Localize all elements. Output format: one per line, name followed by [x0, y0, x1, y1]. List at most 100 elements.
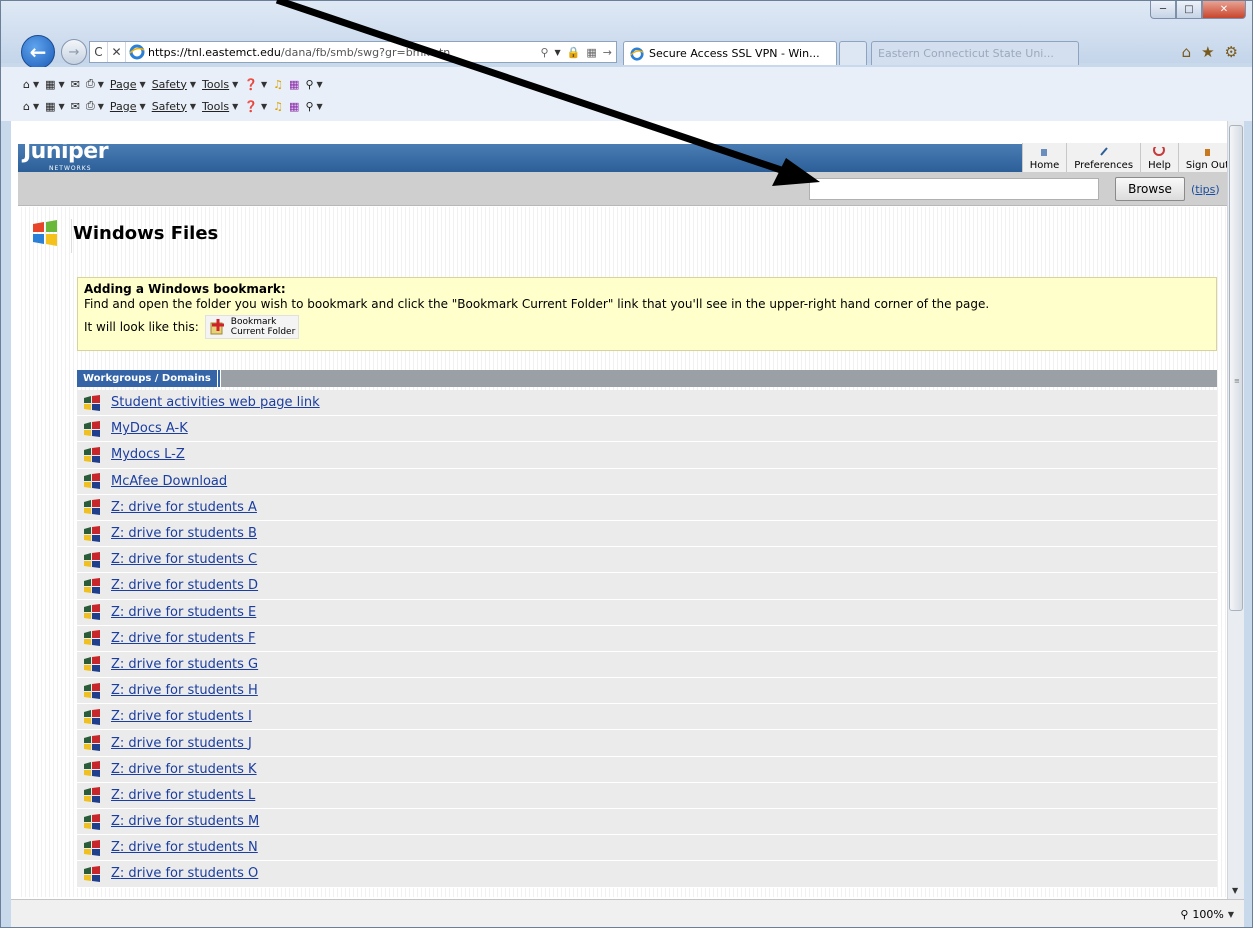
list-item-link[interactable]: McAfee Download [111, 474, 227, 489]
help-circle-icon: ❓ [244, 99, 258, 113]
maximize-icon[interactable]: □ [1176, 1, 1202, 19]
list-item[interactable]: MyDocs A-K [77, 416, 1217, 443]
feeds-cmd-button[interactable]: ▦ ▼ [45, 78, 65, 91]
list-item-link[interactable]: Z: drive for students L [111, 788, 255, 803]
tools-menu[interactable]: Tools ▼ [202, 100, 238, 113]
list-item-link[interactable]: Z: drive for students A [111, 500, 257, 515]
list-item-link[interactable]: Z: drive for students K [111, 762, 257, 777]
list-item[interactable]: McAfee Download [77, 468, 1217, 495]
list-item-link[interactable]: MyDocs A-K [111, 421, 188, 436]
juniper-logo: Juniper [23, 139, 109, 164]
forward-button[interactable]: → [61, 39, 87, 65]
list-item-link[interactable]: Z: drive for students N [111, 840, 258, 855]
list-item-link[interactable]: Mydocs L-Z [111, 447, 185, 462]
tab-background[interactable]: Eastern Connecticut State Uni... [871, 41, 1079, 65]
zoom-cmd-button[interactable]: ⚲ ▼ [305, 100, 322, 113]
list-item-link[interactable]: Z: drive for students D [111, 578, 258, 593]
browse-path-input[interactable] [809, 178, 1099, 200]
page-menu[interactable]: Page ▼ [110, 78, 146, 91]
list-item-link[interactable]: Z: drive for students E [111, 605, 256, 620]
list-item[interactable]: Z: drive for students G [77, 651, 1217, 679]
safety-menu[interactable]: Safety ▼ [152, 100, 196, 113]
go-arrow-icon[interactable]: → [603, 46, 612, 59]
list-item-link[interactable]: Z: drive for students C [111, 552, 257, 567]
home-cmd-button[interactable]: ⌂ ▼ [23, 78, 39, 91]
list-item[interactable]: Z: drive for students L [77, 782, 1217, 809]
list-item[interactable]: Z: drive for students M [77, 809, 1217, 836]
addon-cmd-button[interactable]: ♫ [273, 78, 283, 91]
tips-link[interactable]: tips [1195, 183, 1215, 196]
list-item[interactable]: Z: drive for students A [77, 494, 1217, 521]
list-item-link[interactable]: Student activities web page link [111, 395, 320, 410]
refresh-icon[interactable]: C [90, 42, 108, 62]
mail-cmd-button[interactable]: ✉ [71, 100, 80, 113]
compat-view-icon[interactable]: ▦ [586, 46, 596, 59]
vertical-scrollbar[interactable]: ≡ ▼ [1227, 121, 1244, 899]
close-icon[interactable]: ✕ [1202, 1, 1246, 19]
nav-preferences[interactable]: Preferences [1066, 143, 1141, 173]
network-share-icon [84, 839, 100, 856]
list-item[interactable]: Mydocs L-Z [77, 442, 1217, 469]
lock-icon[interactable]: 🔒 [567, 46, 581, 59]
page-menu[interactable]: Page ▼ [110, 100, 146, 113]
url-text[interactable]: https://tnl.eastemct.edu/dana/fb/smb/swg… [148, 46, 536, 59]
search-icon[interactable]: ⚲ [540, 46, 548, 59]
list-item[interactable]: Z: drive for students I [77, 704, 1217, 731]
home-cmd-button[interactable]: ⌂ ▼ [23, 100, 39, 113]
help-cmd-button[interactable]: ❓ ▼ [244, 78, 267, 91]
list-item[interactable]: Z: drive for students K [77, 756, 1217, 783]
safety-menu-label: Safety [151, 77, 187, 91]
tab-new[interactable] [839, 41, 867, 65]
tools-menu[interactable]: Tools ▼ [202, 78, 238, 91]
minimize-icon[interactable]: ─ [1150, 1, 1176, 19]
list-item-link[interactable]: Z: drive for students G [111, 657, 258, 672]
nav-home[interactable]: Home [1021, 143, 1067, 173]
browse-button[interactable]: Browse [1115, 177, 1185, 201]
list-item-link[interactable]: Z: drive for students F [111, 631, 256, 646]
list-item-link[interactable]: Z: drive for students O [111, 866, 258, 881]
onenote-cmd-button[interactable]: ▦ [289, 78, 299, 91]
back-button[interactable]: ← [21, 35, 55, 69]
list-item[interactable]: Z: drive for students J [77, 730, 1217, 757]
print-cmd-button[interactable]: ⎙ ▼ [86, 99, 104, 113]
scroll-down-arrow-icon[interactable]: ▼ [1232, 886, 1238, 895]
feeds-cmd-button[interactable]: ▦ ▼ [45, 100, 65, 113]
zoom-control[interactable]: ⚲ 100% ▼ [1180, 908, 1234, 921]
list-item-link[interactable]: Z: drive for students H [111, 683, 258, 698]
tab-active[interactable]: Secure Access SSL VPN - Win... [623, 41, 837, 65]
scroll-thumb[interactable]: ≡ [1229, 125, 1243, 611]
chevron-down-icon: ▼ [232, 101, 239, 111]
list-item[interactable]: Z: drive for students B [77, 520, 1217, 548]
network-share-icon [84, 787, 100, 804]
stop-icon[interactable]: ✕ [108, 42, 126, 62]
help-cmd-button[interactable]: ❓ ▼ [244, 100, 267, 113]
list-item[interactable]: Z: drive for students E [77, 599, 1217, 626]
nav-help[interactable]: Help [1140, 143, 1178, 173]
addon-cmd-button[interactable]: ♫ [273, 100, 283, 113]
list-item[interactable]: Z: drive for students C [77, 547, 1217, 574]
home-icon[interactable]: ⌂ [1182, 43, 1192, 61]
address-bar[interactable]: C ✕ https://tnl.eastemct.edu/dana/fb/smb… [89, 41, 617, 63]
nav-preferences-label: Preferences [1074, 160, 1134, 171]
list-item[interactable]: Z: drive for students H [77, 678, 1217, 705]
onenote-cmd-button[interactable]: ▦ [289, 100, 299, 113]
settings-gear-icon[interactable]: ⚙ [1225, 43, 1238, 61]
list-item[interactable]: Z: drive for students F [77, 625, 1217, 652]
network-share-icon [84, 394, 100, 411]
favorites-star-icon[interactable]: ★ [1201, 43, 1214, 61]
list-item[interactable]: Z: drive for students N [77, 835, 1217, 862]
list-item-link[interactable]: Z: drive for students J [111, 736, 252, 751]
zoom-cmd-button[interactable]: ⚲ ▼ [305, 78, 322, 91]
list-item[interactable]: Z: drive for students D [77, 573, 1217, 600]
chevron-down-icon[interactable]: ▼ [555, 48, 561, 57]
mail-cmd-button[interactable]: ✉ [71, 78, 80, 91]
list-item[interactable]: Z: drive for students O [77, 861, 1217, 888]
list-item-link[interactable]: Z: drive for students M [111, 814, 259, 829]
safety-menu[interactable]: Safety ▼ [152, 78, 196, 91]
list-item-link[interactable]: Z: drive for students I [111, 709, 252, 724]
notice-body: Find and open the folder you wish to boo… [84, 297, 990, 311]
print-cmd-button[interactable]: ⎙ ▼ [86, 77, 104, 91]
list-item[interactable]: Student activities web page link [77, 390, 1217, 417]
list-item-link[interactable]: Z: drive for students B [111, 526, 257, 541]
notice-title: Adding a Windows bookmark: [84, 282, 286, 296]
